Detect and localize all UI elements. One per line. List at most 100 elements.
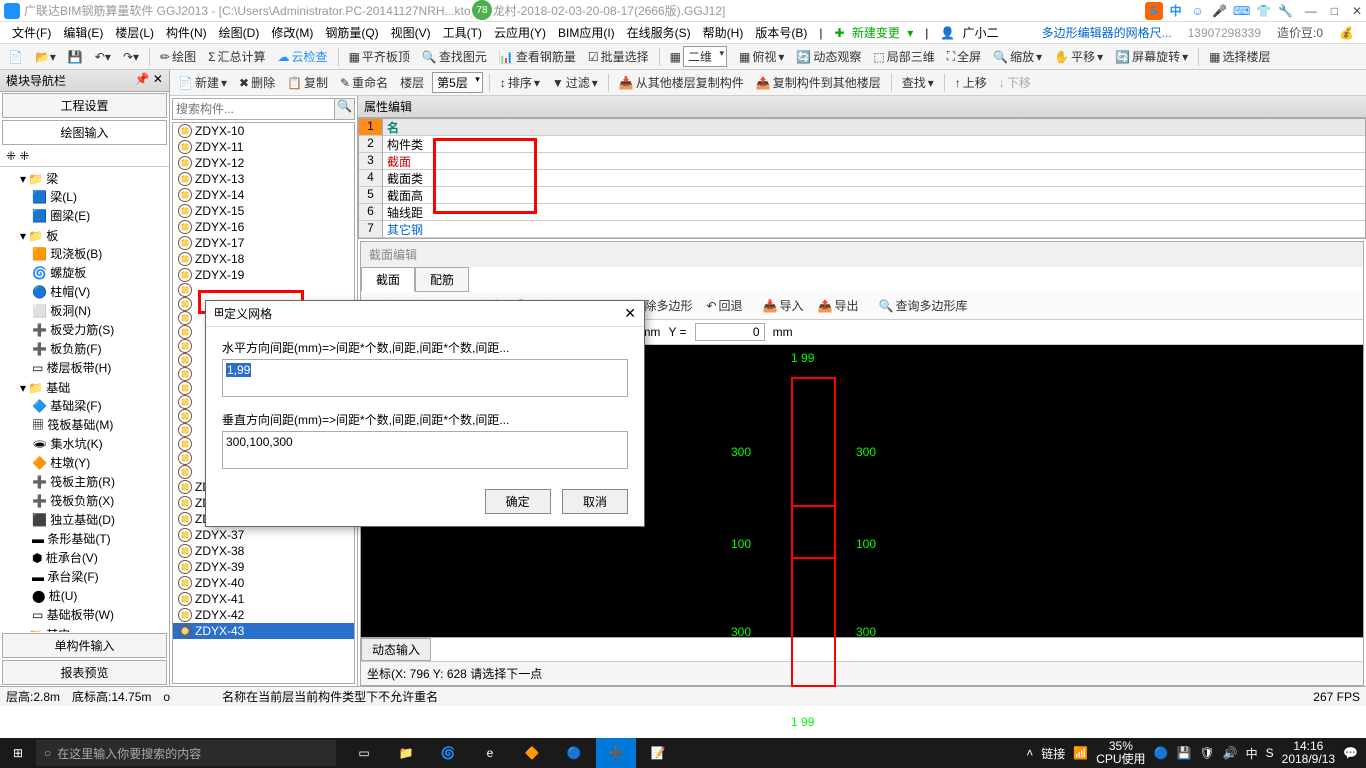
search-box[interactable]: 🔍 [172,98,355,120]
new-change-button[interactable]: ✚ 新建变更 ▾ [830,22,917,43]
list-item[interactable]: ZDYX-18 [173,251,354,267]
component-tree[interactable]: ▾📁 梁 🟦 梁(L)🟦 圈梁(E) ▾📁 板 🟧 现浇板(B)🌀 螺旋板🔵 柱… [0,167,169,632]
app-icon-6[interactable]: ➕ [596,738,636,768]
menu-version[interactable]: 版本号(B) [751,22,811,43]
list-item[interactable]: ZDYX-11 [173,139,354,155]
single-input-button[interactable]: 单构件输入 [2,633,167,658]
list-item[interactable]: ZDYX-16 [173,219,354,235]
dynamic-input-tab[interactable]: 动态输入 [361,638,431,661]
cortana-search[interactable]: ○ 在这里输入你要搜索的内容 [36,740,336,766]
menu-edit[interactable]: 编辑(E) [59,22,107,43]
filter-button[interactable]: ▼ 过滤 ▾ [548,72,602,93]
tray-chevron[interactable]: ˄ [1026,746,1033,760]
draw-input-tab[interactable]: 绘图输入 [2,120,167,145]
cancel-button[interactable]: 取消 [562,489,628,514]
list-item[interactable]: ZDYX-13 [173,171,354,187]
h-spacing-input[interactable]: 1,99 [222,359,628,397]
app-icon-2[interactable]: 🌀 [428,738,468,768]
action-center-icon[interactable]: 💬 [1343,746,1358,760]
menu-view[interactable]: 视图(V) [387,22,435,43]
list-item[interactable]: ZDYX-43 [173,623,354,639]
list-item[interactable]: ZDYX-42 [173,607,354,623]
system-clock[interactable]: 14:162018/9/13 [1282,740,1335,766]
select-floor-button[interactable]: ▦ 选择楼层 [1205,46,1274,67]
top-view-button[interactable]: ▦ 俯视 ▾ [735,46,788,67]
move-up-button[interactable]: ↑ 上移 [951,72,991,93]
skin-icon[interactable]: 👕 [1255,2,1273,20]
tab-rebar[interactable]: 配筋 [415,267,469,292]
start-button[interactable]: ⊞ [0,746,36,760]
app-icon-3[interactable]: e [470,738,510,768]
pan-button[interactable]: ✋ 平移 ▾ [1050,46,1107,67]
find-element-button[interactable]: 🔍 查找图元 [418,46,491,67]
menu-rebar[interactable]: 钢筋量(Q) [321,22,382,43]
app-icon-7[interactable]: 📝 [638,738,678,768]
menu-file[interactable]: 文件(F) [8,22,55,43]
list-item[interactable]: ZDYX-17 [173,235,354,251]
save-button[interactable]: 💾 [64,48,87,66]
draw-button[interactable]: ✏ 绘图 [156,46,200,67]
list-item[interactable]: ZDYX-19 [173,267,354,283]
user-avatar[interactable]: 👤 广小二 [936,22,1006,43]
list-item[interactable]: ZDYX-41 [173,591,354,607]
list-item[interactable]: ZDYX-12 [173,155,354,171]
tray-link[interactable]: 链接 [1041,745,1065,762]
report-preview-button[interactable]: 报表预览 [2,660,167,685]
tab-section[interactable]: 截面 [361,267,415,292]
move-down-button[interactable]: ↓ 下移 [995,72,1035,93]
v-spacing-input[interactable]: 300,100,300 [222,431,628,469]
maximize-button[interactable]: □ [1331,4,1338,18]
menu-floor[interactable]: 楼层(L) [111,22,158,43]
list-item[interactable]: ZDYX-10 [173,123,354,139]
app-icon-4[interactable]: 🔶 [512,738,552,768]
batch-select-button[interactable]: ☑ 批量选择 [584,46,653,67]
undo-button[interactable]: ↶▾ [91,48,115,66]
floor-combo[interactable]: 第5层 [432,72,483,93]
new-component-button[interactable]: 📄 新建 ▾ [174,72,231,93]
keyboard-icon[interactable]: ⌨ [1233,2,1251,20]
ime-button[interactable]: 中 [1246,745,1258,762]
list-item[interactable]: ZDYX-15 [173,203,354,219]
sogou-icon[interactable]: S [1145,2,1163,20]
menu-online[interactable]: 在线服务(S) [623,22,695,43]
rename-button[interactable]: ✎ 重命名 [336,72,392,93]
menu-help[interactable]: 帮助(H) [699,22,748,43]
copy-to-floor-button[interactable]: 📤 复制构件到其他楼层 [752,72,885,93]
close-button[interactable]: ✕ [1352,4,1362,18]
export-button[interactable]: 📤 导出 [814,295,863,316]
menu-modify[interactable]: 修改(M) [267,22,317,43]
local-3d-button[interactable]: ⬚ 局部三维 [869,46,938,67]
copy-button[interactable]: 📋 复制 [283,72,332,93]
screen-rotate-button[interactable]: 🔄 屏幕旋转 ▾ [1111,46,1192,67]
project-settings-button[interactable]: 工程设置 [2,93,167,118]
list-item[interactable]: ZDYX-37 [173,527,354,543]
app-icon-1[interactable]: 📁 [386,738,426,768]
list-item[interactable]: ZDYX-39 [173,559,354,575]
list-item[interactable]: ZDYX-40 [173,575,354,591]
view-rebar-button[interactable]: 📊 查看钢筋量 [495,46,580,67]
import-button[interactable]: 📥 导入 [759,295,808,316]
mic-icon[interactable]: 🎤 [1211,2,1229,20]
menu-component[interactable]: 构件(N) [162,22,211,43]
menu-draw[interactable]: 绘图(D) [215,22,264,43]
ok-button[interactable]: 确定 [485,489,551,514]
sort-button[interactable]: ↕ 排序 ▾ [496,72,544,93]
undo-polygon-button[interactable]: ↶ 回退 [702,295,746,316]
flat-slab-button[interactable]: ▦ 平齐板顶 [345,46,414,67]
list-item[interactable]: ZDYX-14 [173,187,354,203]
taskview-button[interactable]: ▭ [344,738,384,768]
delete-button[interactable]: ✖ 删除 [235,72,279,93]
copy-from-floor-button[interactable]: 📥 从其他楼层复制构件 [615,72,748,93]
list-item[interactable]: ZDYX-38 [173,543,354,559]
cloud-check-button[interactable]: ☁ 云检查 [274,46,332,67]
search-button[interactable]: 查找 ▾ [898,72,938,93]
app-icon-5[interactable]: 🔵 [554,738,594,768]
menu-bim[interactable]: BIM应用(I) [554,22,619,43]
new-file-button[interactable]: 📄 [4,48,27,66]
menu-tool[interactable]: 工具(T) [439,22,486,43]
fullscreen-button[interactable]: ⛶ 全屏 [943,46,985,67]
sogou-tray-icon[interactable]: S [1266,746,1274,760]
menu-cloud[interactable]: 云应用(Y) [490,22,550,43]
search-go-button[interactable]: 🔍 [334,99,354,119]
y-input[interactable] [695,323,765,341]
